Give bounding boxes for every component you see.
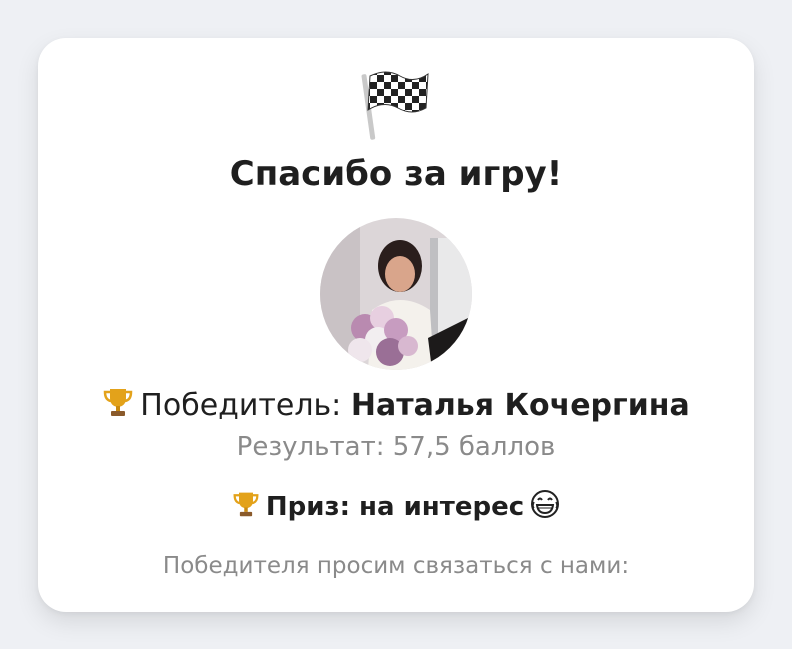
winner-name: Наталья Кочергина	[350, 388, 690, 423]
prize-line: Приз: на интерес	[38, 488, 754, 530]
tears-of-joy-icon	[530, 489, 560, 530]
prize-text: Приз: на интерес	[265, 492, 525, 522]
contact-text: Победителя просим связаться с нами:	[162, 553, 630, 579]
winner-label: Победитель:	[140, 388, 342, 423]
trophy-icon	[102, 386, 134, 429]
winner-avatar	[320, 218, 472, 370]
result-text: Результат: 57,5 баллов	[236, 432, 556, 462]
thank-you-card: Спасибо за игру! Победитель: Наталья Коч…	[38, 38, 754, 612]
chequered-flag-icon	[38, 68, 754, 144]
winner-line: Победитель: Наталья Кочергина	[38, 386, 754, 429]
prize-trophy-icon	[232, 490, 260, 529]
page-title: Спасибо за игру!	[229, 154, 563, 194]
